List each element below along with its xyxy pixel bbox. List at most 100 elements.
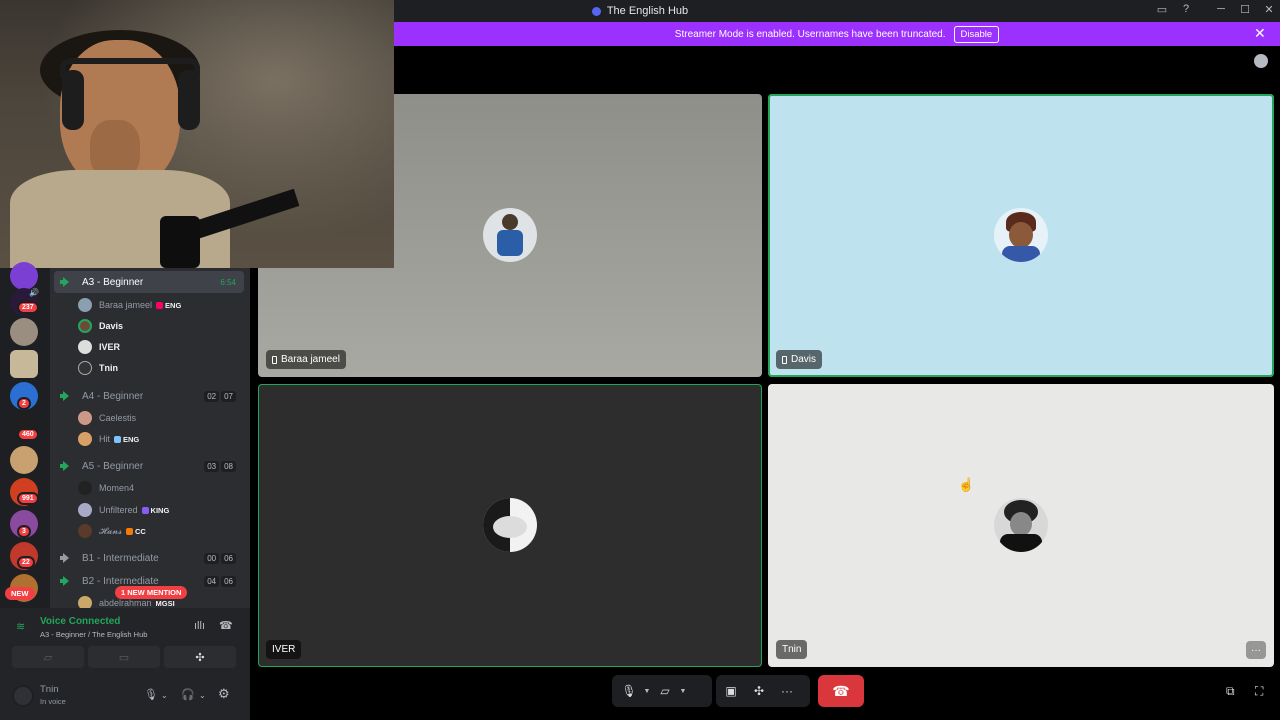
chat-icon[interactable] bbox=[1254, 54, 1268, 68]
avatar bbox=[994, 208, 1048, 262]
tile-name: Tnin bbox=[782, 644, 802, 655]
screen-share-icon[interactable]: ▣ bbox=[720, 684, 742, 698]
maximize-button[interactable]: ☐ bbox=[1237, 3, 1253, 16]
tile-more-button[interactable]: ··· bbox=[1246, 641, 1266, 659]
video-tile-tnin[interactable]: Tnin ··· bbox=[768, 384, 1274, 667]
voice-user[interactable]: 𝓗𝓪𝓷𝓼 CC bbox=[78, 521, 146, 541]
screen-share-icon: ▭ bbox=[118, 651, 130, 664]
server-icon[interactable] bbox=[10, 262, 38, 290]
server-icon[interactable] bbox=[10, 350, 38, 378]
user-name: Hit bbox=[99, 434, 110, 444]
channel-name: A5 - Beginner bbox=[82, 460, 144, 472]
user-name: IVER bbox=[99, 342, 121, 352]
channel-list: A3 - Beginner 6:54 Baraa jameel ENG Davi… bbox=[50, 268, 250, 608]
channel-name: B2 - Intermediate bbox=[82, 575, 159, 587]
voice-channel-a5[interactable]: A5 - Beginner 03 08 bbox=[54, 455, 244, 477]
video-tile-davis[interactable]: Davis bbox=[768, 94, 1274, 377]
new-mention-pill[interactable]: 1 NEW MENTION bbox=[115, 586, 188, 599]
server-icon[interactable] bbox=[10, 318, 38, 346]
channel-timer: 6:54 bbox=[220, 277, 236, 287]
channel-name: B1 - Intermediate bbox=[82, 552, 159, 564]
close-banner-icon[interactable]: ✕ bbox=[1254, 25, 1266, 42]
webcam-overlay bbox=[0, 0, 394, 268]
disconnect-button[interactable]: ☎ bbox=[818, 675, 864, 707]
headphones-icon[interactable]: 🎧 bbox=[181, 688, 195, 701]
avatar bbox=[78, 481, 92, 495]
voice-user[interactable]: Unfiltered KING bbox=[78, 500, 169, 520]
voice-channel-a4[interactable]: A4 - Beginner 02 07 bbox=[54, 385, 244, 407]
avatar bbox=[78, 524, 92, 538]
fullscreen-icon[interactable]: ⛶ bbox=[1255, 684, 1263, 699]
voice-user[interactable]: Hit ENG bbox=[78, 429, 139, 449]
channel-capacity: 03 08 bbox=[202, 460, 236, 472]
voice-channel-path[interactable]: A3 - Beginner / The English Hub bbox=[40, 630, 147, 639]
activities-button[interactable]: ✣ bbox=[164, 646, 236, 668]
screen-share-button[interactable]: ▭ bbox=[88, 646, 160, 668]
unread-badge: 460 bbox=[17, 428, 39, 441]
voice-user[interactable]: Tnin bbox=[78, 358, 118, 378]
avatar bbox=[78, 319, 92, 333]
call-controls: 🎙 ▼ ▱ ▼ bbox=[612, 675, 712, 707]
help-icon[interactable]: ? bbox=[1178, 3, 1194, 15]
user-tag: ENG bbox=[114, 435, 139, 444]
avatar bbox=[78, 411, 92, 425]
camera-off-icon[interactable]: ▱ bbox=[654, 684, 676, 698]
voice-channel-a3[interactable]: A3 - Beginner 6:54 bbox=[54, 271, 244, 293]
camera-button[interactable]: ▱ bbox=[12, 646, 84, 668]
avatar bbox=[994, 498, 1048, 552]
chevron-down-icon[interactable]: ⌄ bbox=[161, 691, 168, 700]
voice-user[interactable]: IVER bbox=[78, 337, 120, 357]
inbox-icon[interactable]: ▭ bbox=[1154, 3, 1170, 16]
avatar bbox=[78, 340, 92, 354]
more-options-icon[interactable]: ··· bbox=[776, 684, 798, 698]
tile-name: Baraa jameel bbox=[281, 354, 340, 365]
avatar bbox=[78, 596, 92, 608]
voice-user[interactable]: Davis bbox=[78, 316, 123, 336]
disable-streamer-mode-button[interactable]: Disable bbox=[953, 25, 1000, 43]
user-panel: Tnin In voice 🎙 ⌄ 🎧 ⌄ ⚙ bbox=[0, 676, 250, 720]
chevron-down-icon[interactable]: ▼ bbox=[640, 688, 654, 695]
new-servers-pill[interactable]: NEW bbox=[5, 587, 35, 600]
mobile-icon bbox=[782, 355, 787, 364]
microphone-icon[interactable]: 🎙 bbox=[618, 684, 640, 698]
microphone-icon[interactable]: 🎙 bbox=[144, 688, 158, 701]
server-icon[interactable] bbox=[10, 446, 38, 474]
self-avatar[interactable] bbox=[12, 685, 34, 707]
avatar bbox=[483, 498, 537, 552]
voice-channel-b1[interactable]: B1 - Intermediate 00 06 bbox=[54, 547, 244, 569]
window-title: The English Hub bbox=[606, 5, 689, 17]
chevron-down-icon[interactable]: ⌄ bbox=[199, 691, 206, 700]
voice-user[interactable]: Caelestis bbox=[78, 408, 136, 428]
video-tile-iver[interactable]: IVER bbox=[258, 384, 762, 667]
phone-hangup-icon: ☎ bbox=[832, 682, 850, 699]
self-status: In voice bbox=[40, 697, 66, 706]
voice-user[interactable]: Baraa jameel ENG bbox=[78, 295, 181, 315]
unread-badge: 237 bbox=[17, 301, 39, 314]
banner-message: Streamer Mode is enabled. Usernames have… bbox=[674, 28, 946, 40]
gear-icon[interactable]: ⚙ bbox=[218, 686, 230, 702]
minimize-button[interactable]: ─ bbox=[1213, 3, 1229, 15]
avatar bbox=[483, 208, 537, 262]
nameplate: Davis bbox=[776, 350, 823, 369]
voice-user[interactable]: Momen4 bbox=[78, 478, 134, 498]
avatar bbox=[78, 298, 92, 312]
popout-icon[interactable]: ⧉ bbox=[1226, 684, 1235, 699]
user-tag: MGSI bbox=[155, 598, 175, 608]
user-name: Tnin bbox=[99, 363, 118, 373]
signal-icon[interactable]: ≋ bbox=[16, 620, 25, 633]
nameplate: IVER bbox=[266, 640, 302, 659]
discord-logo-icon bbox=[591, 6, 601, 16]
noise-suppression-icon[interactable]: ıllı bbox=[194, 620, 205, 632]
disconnect-icon[interactable]: ☎ bbox=[219, 619, 233, 632]
unread-badge: 22 bbox=[17, 556, 35, 569]
speaker-icon bbox=[60, 461, 74, 471]
user-tag: KING bbox=[141, 506, 169, 515]
self-name[interactable]: Tnin bbox=[40, 684, 58, 695]
speaker-icon bbox=[60, 391, 74, 401]
chevron-down-icon[interactable]: ▼ bbox=[676, 688, 690, 695]
voice-connected-panel: ≋ Voice Connected A3 - Beginner / The En… bbox=[0, 608, 250, 676]
close-window-button[interactable]: ✕ bbox=[1261, 3, 1277, 16]
user-name: Baraa jameel bbox=[99, 300, 153, 310]
server-rail: 🔊 237 2 460 991 3 22 bbox=[0, 262, 50, 608]
activities-icon[interactable]: ✣ bbox=[748, 684, 770, 698]
